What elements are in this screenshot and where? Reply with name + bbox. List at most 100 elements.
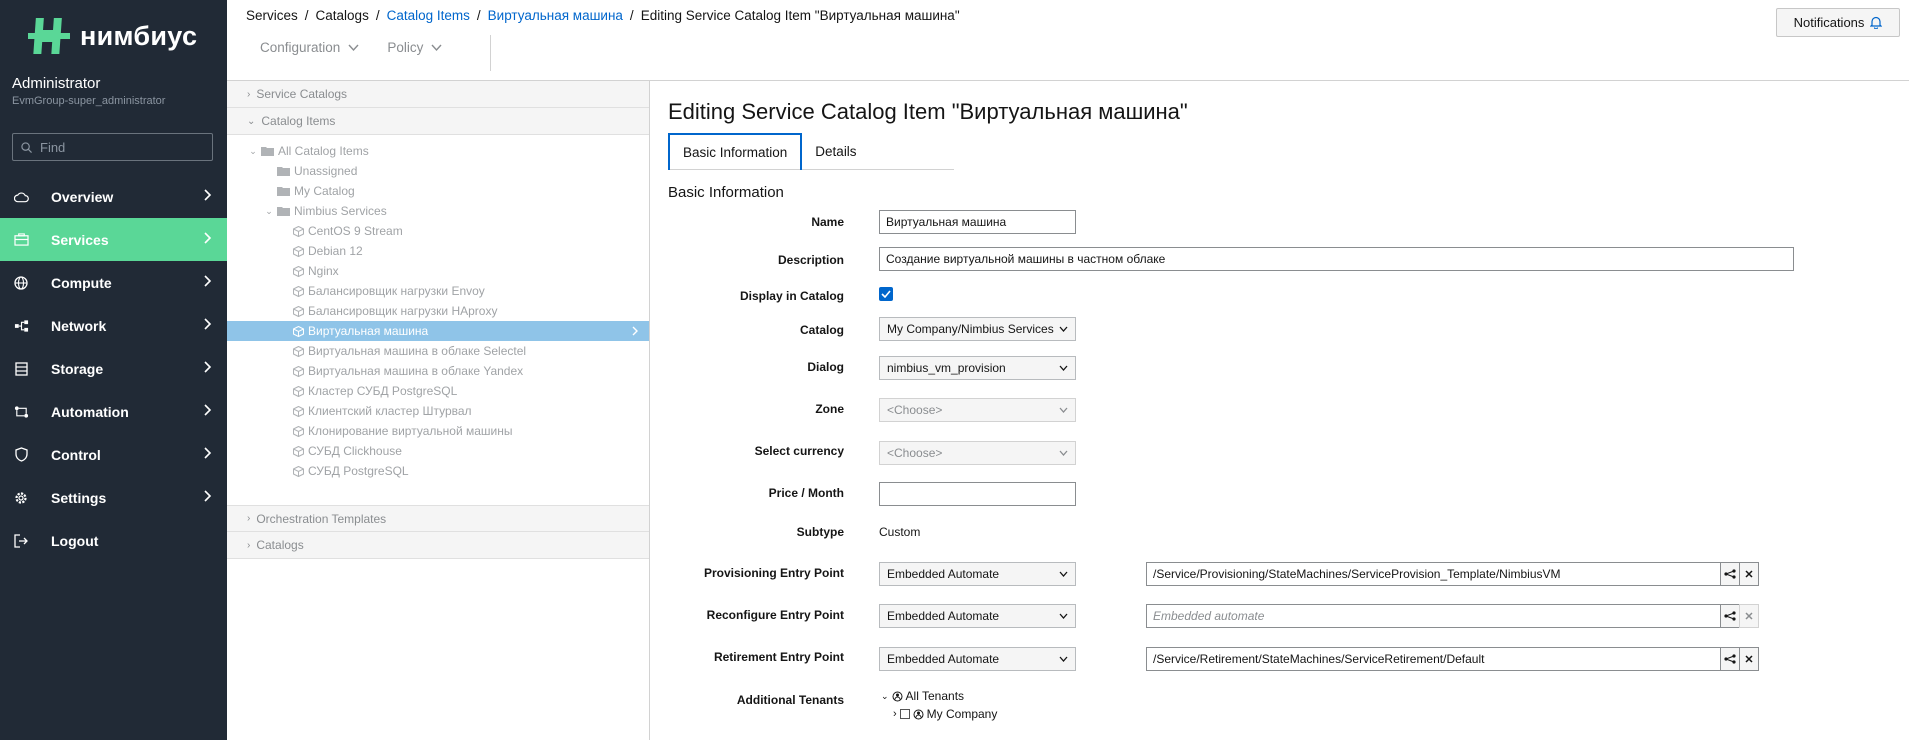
nav-item-automation[interactable]: Automation bbox=[0, 390, 227, 433]
tree-node-catalog-item[interactable]: Балансировщик нагрузки Envoy bbox=[227, 281, 649, 301]
accordion-service-catalogs[interactable]: › Service Catalogs bbox=[227, 81, 649, 108]
catalog-select[interactable]: My Company/Nimbius Services bbox=[879, 317, 1076, 341]
expand-toggle[interactable]: ⌄ bbox=[247, 146, 259, 157]
retirement-entry-point-label: Retirement Entry Point bbox=[713, 650, 844, 664]
nav-item-control[interactable]: Control bbox=[0, 433, 227, 476]
tree-node-nimbius-services[interactable]: ⌄ Nimbius Services bbox=[227, 201, 649, 221]
tree-node-catalog-item[interactable]: Клиентский кластер Штурвал bbox=[227, 401, 649, 421]
search-input[interactable] bbox=[40, 139, 200, 155]
tree-node-catalog-item[interactable]: Балансировщик нагрузки HAproxy bbox=[227, 301, 649, 321]
subtype-label: Subtype bbox=[796, 525, 844, 539]
provisioning-type-select[interactable]: Embedded Automate bbox=[879, 562, 1076, 586]
breadcrumb-link-catalog-items[interactable]: Catalog Items bbox=[387, 8, 470, 23]
tree-node-label: Балансировщик нагрузки Envoy bbox=[308, 284, 485, 298]
retirement-type-select[interactable]: Embedded Automate bbox=[879, 647, 1076, 671]
nav-item-label: Overview bbox=[51, 188, 114, 205]
check-icon bbox=[881, 290, 891, 298]
chevron-right-icon bbox=[632, 325, 639, 339]
display-in-catalog-checkbox[interactable] bbox=[879, 287, 893, 301]
network-icon bbox=[13, 318, 29, 334]
subtype-value: Custom bbox=[879, 525, 921, 539]
tree-node-catalog-item[interactable]: CentOS 9 Stream bbox=[227, 221, 649, 241]
breadcrumb-link-item[interactable]: Виртуальная машина bbox=[488, 8, 623, 23]
provisioning-path-input[interactable]: /Service/Provisioning/StateMachines/Serv… bbox=[1146, 562, 1721, 586]
tree-node-label: Nginx bbox=[308, 264, 339, 278]
tenant-checkbox[interactable] bbox=[899, 709, 910, 719]
main-nav: Overview Services Compute Network Storag bbox=[0, 175, 227, 562]
tenant-all[interactable]: ⌄ All Tenants bbox=[881, 687, 997, 705]
reconfigure-browse-button[interactable] bbox=[1720, 604, 1740, 628]
accordion-catalogs[interactable]: › Catalogs bbox=[227, 532, 649, 559]
tree-node-unassigned[interactable]: Unassigned bbox=[227, 161, 649, 181]
tree-node-catalog-item[interactable]: Nginx bbox=[227, 261, 649, 281]
folder-icon bbox=[277, 206, 290, 216]
zone-label: Zone bbox=[815, 402, 844, 416]
tree-node-catalog-item[interactable]: Клонирование виртуальной машины bbox=[227, 421, 649, 441]
retirement-browse-button[interactable] bbox=[1720, 647, 1740, 671]
dialog-select[interactable]: nimbius_vm_provision bbox=[879, 356, 1076, 380]
reconfigure-type-select[interactable]: Embedded Automate bbox=[879, 604, 1076, 628]
tree-node-catalog-item[interactable]: Debian 12 bbox=[227, 241, 649, 261]
find-box[interactable] bbox=[12, 133, 213, 161]
tab-details[interactable]: Details bbox=[802, 133, 869, 170]
close-icon bbox=[1745, 612, 1753, 620]
tree-node-label: Unassigned bbox=[294, 164, 358, 178]
description-input[interactable] bbox=[879, 247, 1794, 271]
price-input[interactable] bbox=[879, 482, 1076, 506]
user-name[interactable]: Administrator bbox=[12, 75, 100, 92]
page-title: Editing Service Catalog Item "Виртуальна… bbox=[668, 99, 1188, 124]
expand-toggle[interactable]: ⌄ bbox=[263, 206, 275, 217]
name-label: Name bbox=[811, 215, 844, 229]
nav-item-settings[interactable]: Settings bbox=[0, 476, 227, 519]
configuration-button[interactable]: Configuration bbox=[260, 40, 359, 55]
gear-icon bbox=[13, 490, 29, 506]
retirement-clear-button[interactable] bbox=[1739, 647, 1759, 671]
tenant-label: My Company bbox=[926, 707, 998, 721]
nav-item-network[interactable]: Network bbox=[0, 304, 227, 347]
chevron-down-icon[interactable]: ⌄ bbox=[881, 691, 889, 702]
nav-item-label: Logout bbox=[51, 532, 99, 549]
tree-node-catalog-item[interactable]: СУБД PostgreSQL bbox=[227, 461, 649, 481]
retirement-path-input[interactable]: /Service/Retirement/StateMachines/Servic… bbox=[1146, 647, 1721, 671]
currency-select[interactable]: <Choose> bbox=[879, 441, 1076, 465]
tree-node-catalog-item[interactable]: Виртуальная машина bbox=[227, 321, 649, 341]
zone-select[interactable]: <Choose> bbox=[879, 398, 1076, 422]
chevron-right-icon[interactable]: › bbox=[893, 708, 897, 720]
tree-node-root[interactable]: ⌄ All Catalog Items bbox=[227, 141, 649, 161]
notifications-button[interactable]: Notifications bbox=[1776, 8, 1900, 37]
nav-item-overview[interactable]: Overview bbox=[0, 175, 227, 218]
provisioning-clear-button[interactable] bbox=[1739, 562, 1759, 586]
tenant-my-company[interactable]: › My Company bbox=[881, 705, 997, 723]
catalog-items-tree: ⌄ All Catalog Items Unassigned My Catalo… bbox=[227, 135, 649, 481]
policy-button[interactable]: Policy bbox=[387, 40, 442, 55]
tab-basic-information[interactable]: Basic Information bbox=[668, 133, 803, 170]
nav-item-compute[interactable]: Compute bbox=[0, 261, 227, 304]
accordion-orchestration-templates[interactable]: › Orchestration Templates bbox=[227, 505, 649, 532]
logo[interactable]: нимбиус bbox=[28, 16, 197, 56]
bell-icon bbox=[1870, 16, 1883, 29]
tree-node-catalog-item[interactable]: Виртуальная машина в облаке Selectel bbox=[227, 341, 649, 361]
reconfigure-path-input[interactable]: Embedded automate bbox=[1146, 604, 1721, 628]
chevron-right-icon bbox=[204, 361, 212, 373]
logout-icon bbox=[13, 533, 29, 549]
name-input[interactable] bbox=[879, 210, 1076, 234]
reconfigure-clear-button[interactable] bbox=[1739, 604, 1759, 628]
tree-node-label: All Catalog Items bbox=[278, 144, 369, 158]
accordion-catalog-items[interactable]: ⌄ Catalog Items bbox=[227, 108, 649, 135]
accordion-label: Orchestration Templates bbox=[256, 511, 387, 526]
tree-node-catalog-item[interactable]: Кластер СУБД PostgreSQL bbox=[227, 381, 649, 401]
tree-node-my-catalog[interactable]: My Catalog bbox=[227, 181, 649, 201]
tree-node-label: Nimbius Services bbox=[294, 204, 387, 218]
search-icon bbox=[21, 141, 32, 153]
nav-item-storage[interactable]: Storage bbox=[0, 347, 227, 390]
chevron-down-icon bbox=[1059, 656, 1068, 662]
tree-node-catalog-item[interactable]: Виртуальная машина в облаке Yandex bbox=[227, 361, 649, 381]
nav-item-services[interactable]: Services bbox=[0, 218, 227, 261]
reconfigure-type-value: Embedded Automate bbox=[887, 609, 1000, 623]
tree-node-catalog-item[interactable]: СУБД Clickhouse bbox=[227, 441, 649, 461]
logo-icon bbox=[28, 18, 70, 54]
nav-item-logout[interactable]: Logout bbox=[0, 519, 227, 562]
provisioning-browse-button[interactable] bbox=[1720, 562, 1740, 586]
reconfigure-path-placeholder: Embedded automate bbox=[1153, 609, 1265, 623]
notifications-label: Notifications bbox=[1793, 15, 1865, 30]
